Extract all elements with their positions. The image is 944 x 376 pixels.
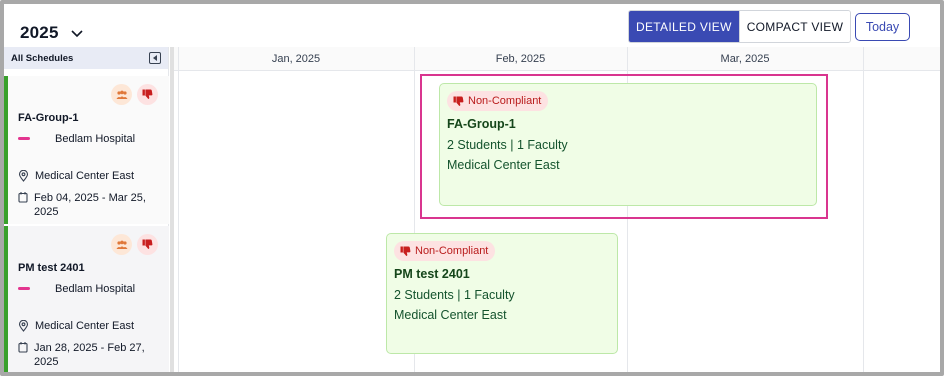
calendar-icon: [18, 342, 28, 353]
calendar-icon: [18, 192, 28, 203]
sidebar-title: All Schedules: [11, 52, 74, 64]
sidebar-divider[interactable]: [170, 47, 174, 372]
timeline-header: Jan, 2025 Feb, 2025 Mar, 2025: [170, 47, 940, 71]
date-row: Jan 28, 2025 - Feb 27, 2025: [18, 341, 154, 369]
event-card-fa-group-1[interactable]: Non-Compliant FA-Group-1 2 Students | 1 …: [439, 83, 817, 206]
grid-line: [178, 47, 179, 372]
event-title: FA-Group-1: [447, 117, 516, 131]
location-row: Medical Center East: [18, 170, 134, 182]
chevron-down-icon: [71, 30, 83, 38]
location-text: Medical Center East: [35, 320, 135, 332]
event-location: Medical Center East: [394, 308, 507, 322]
non-compliant-badge: Non-Compliant: [447, 91, 549, 111]
schedule-item-fa-group-1[interactable]: FA-Group-1 Bedlam Hospital Medical Cente…: [4, 76, 169, 224]
map-pin-icon: [18, 170, 29, 182]
event-counts: 2 Students | 1 Faculty: [394, 288, 515, 302]
compact-view-button[interactable]: COMPACT VIEW: [738, 11, 851, 42]
date-row: Feb 04, 2025 - Mar 25, 2025: [18, 191, 154, 219]
schedule-name: FA-Group-1: [18, 112, 79, 124]
thumbs-down-icon: [400, 246, 411, 256]
grid-line: [863, 47, 864, 372]
hospital-name: Bedlam Hospital: [55, 133, 136, 145]
sidebar-header: All Schedules: [4, 47, 168, 69]
event-card-pm-test-2401[interactable]: Non-Compliant PM test 2401 2 Students | …: [386, 233, 618, 354]
month-header-mar: Mar, 2025: [720, 53, 770, 65]
thumbs-down-icon: [453, 96, 464, 106]
collapse-sidebar-icon[interactable]: [149, 52, 161, 64]
map-pin-icon: [18, 320, 29, 332]
thumbs-down-icon: [137, 234, 158, 255]
location-row: Medical Center East: [18, 320, 134, 332]
group-icon: [111, 84, 132, 105]
date-range-text: Feb 04, 2025 - Mar 25, 2025: [34, 192, 146, 218]
view-toggle: DETAILED VIEW COMPACT VIEW: [628, 10, 852, 43]
event-title: PM test 2401: [394, 267, 470, 281]
schedule-item-pm-test-2401[interactable]: PM test 2401 Bedlam Hospital Medical Cen…: [4, 226, 169, 372]
hospital-color-tag: [18, 287, 30, 290]
year-label: 2025: [20, 23, 59, 42]
timeline-grid: Jan, 2025 Feb, 2025 Mar, 2025 Non-Compli…: [170, 47, 940, 372]
year-select[interactable]: 2025: [20, 18, 85, 48]
app-frame: 2025 DETAILED VIEW COMPACT VIEW Today Al…: [0, 0, 944, 376]
schedule-sidebar: All Schedules FA-Group-1 Bedlam Hospital…: [4, 47, 169, 372]
detailed-view-button[interactable]: DETAILED VIEW: [629, 11, 739, 42]
status-text: Non-Compliant: [468, 95, 542, 107]
thumbs-down-icon: [137, 84, 158, 105]
location-text: Medical Center East: [35, 170, 135, 182]
month-header-jan: Jan, 2025: [271, 53, 321, 65]
non-compliant-badge: Non-Compliant: [394, 241, 496, 261]
today-button[interactable]: Today: [855, 13, 910, 41]
status-text: Non-Compliant: [415, 245, 489, 257]
event-location: Medical Center East: [447, 158, 560, 172]
event-counts: 2 Students | 1 Faculty: [447, 138, 568, 152]
month-header-feb: Feb, 2025: [495, 53, 546, 65]
schedule-name: PM test 2401: [18, 262, 85, 274]
hospital-name: Bedlam Hospital: [55, 283, 136, 295]
group-icon: [111, 234, 132, 255]
hospital-color-tag: [18, 137, 30, 140]
date-range-text: Jan 28, 2025 - Feb 27, 2025: [34, 342, 145, 368]
